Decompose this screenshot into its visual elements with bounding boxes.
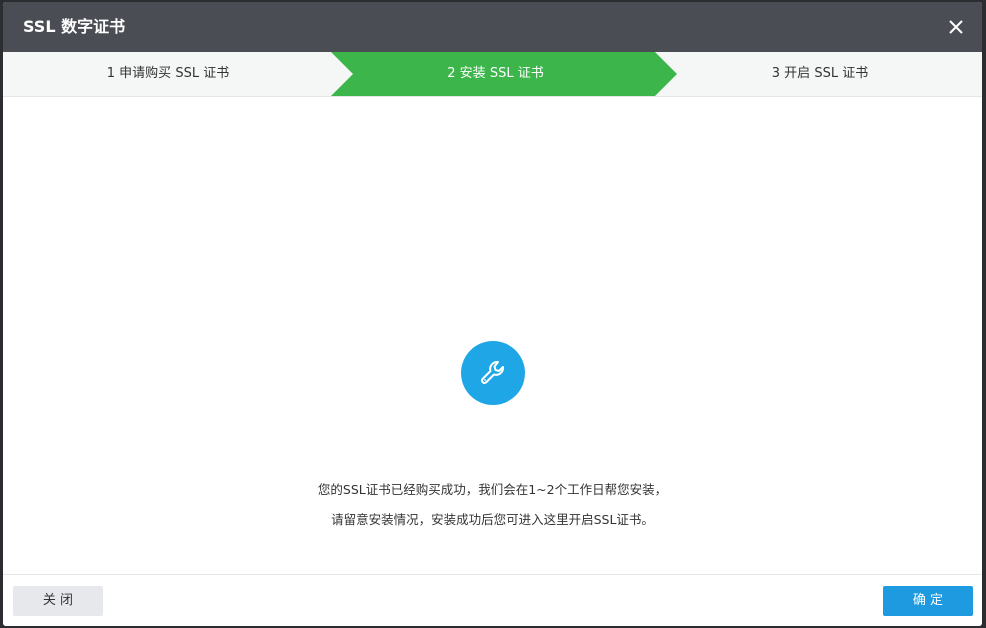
confirm-button[interactable]: 确 定: [883, 586, 973, 616]
wrench-icon: [461, 341, 525, 405]
dialog-content: 您的SSL证书已经购买成功，我们会在1~2个工作日帮您安装， 请留意安装情况，安…: [3, 97, 982, 575]
step-install[interactable]: 2 安装 SSL 证书: [333, 52, 658, 96]
close-button[interactable]: 关 闭: [13, 586, 103, 616]
step-progress-bar: 1 申请购买 SSL 证书 2 安装 SSL 证书 3 开启 SSL 证书: [3, 52, 982, 97]
step-enable-label: 3 开启 SSL 证书: [771, 66, 869, 81]
dialog-footer: 关 闭 确 定: [3, 574, 982, 626]
step-apply[interactable]: 1 申请购买 SSL 证书: [3, 52, 333, 96]
install-message-line2: 请留意安装情况，安装成功后您可进入这里开启SSL证书。: [331, 512, 654, 527]
step-enable[interactable]: 3 开启 SSL 证书: [658, 52, 982, 96]
step-install-label: 2 安装 SSL 证书: [447, 66, 544, 81]
dialog-title: SSL 数字证书: [23, 17, 126, 36]
ssl-dialog: SSL 数字证书 1 申请购买 SSL 证书 2 安装 SSL 证书 3 开启 …: [3, 2, 982, 626]
dialog-titlebar: SSL 数字证书: [3, 2, 982, 52]
step-apply-label: 1 申请购买 SSL 证书: [106, 66, 230, 81]
close-icon[interactable]: [946, 17, 966, 37]
install-message-line1: 您的SSL证书已经购买成功，我们会在1~2个工作日帮您安装，: [317, 482, 668, 497]
